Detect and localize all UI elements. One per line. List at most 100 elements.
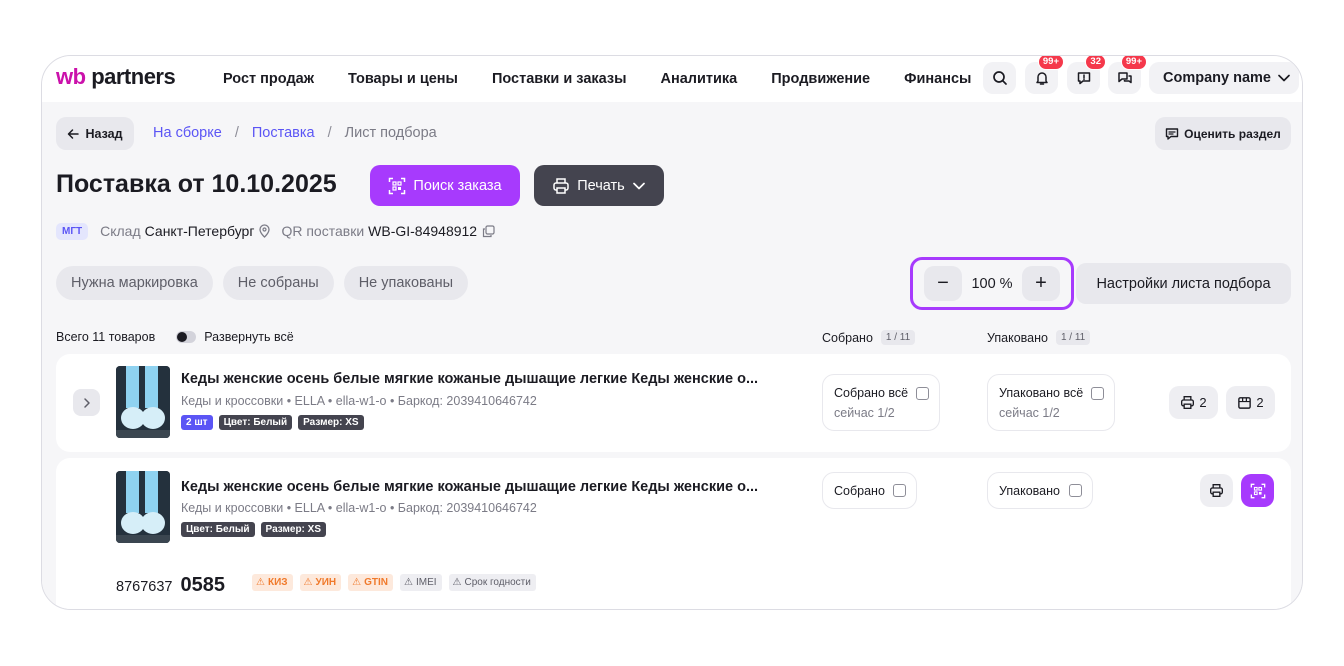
- nav-analytics[interactable]: Аналитика: [660, 71, 737, 87]
- packed-all-box: Упаковано всё сейчас 1/2: [987, 374, 1115, 431]
- zoom-in-button[interactable]: +: [1022, 266, 1060, 301]
- company-selector[interactable]: Company name: [1149, 62, 1299, 94]
- packed-label: Упаковано: [999, 484, 1060, 498]
- expand-all-toggle[interactable]: [176, 331, 197, 343]
- breadcrumb-current: Лист подбора: [344, 125, 437, 141]
- color-tag: Цвет: Белый: [181, 522, 255, 537]
- wb-partners-logo[interactable]: wb partners: [56, 64, 176, 90]
- collected-label: Собрано: [834, 484, 885, 498]
- feedback-badge: 32: [1085, 56, 1106, 70]
- breadcrumb-separator: /: [234, 125, 239, 141]
- pick-list-settings-button[interactable]: Настройки листа подбора: [1076, 263, 1291, 304]
- qr-label: QR поставки: [281, 223, 365, 239]
- print-label-button[interactable]: [1200, 474, 1233, 507]
- nav-products-prices[interactable]: Товары и цены: [348, 71, 458, 87]
- warning-uin[interactable]: ⚠ УИН: [299, 574, 342, 591]
- page-title: Поставка от 10.10.2025: [56, 170, 337, 198]
- box-count: 2: [1256, 395, 1264, 410]
- nav-sales-growth[interactable]: Рост продаж: [223, 71, 314, 87]
- print-dropdown-button[interactable]: Печать: [534, 165, 664, 206]
- search-order-button[interactable]: Поиск заказа: [370, 165, 520, 206]
- packed-column-header: Упаковано 1 / 11: [987, 330, 1091, 345]
- expand-row-button[interactable]: [73, 389, 100, 416]
- packed-checkbox[interactable]: [1069, 484, 1082, 497]
- chevron-right-icon: [83, 397, 90, 408]
- chat-icon: [1117, 72, 1132, 84]
- rate-section-button[interactable]: Оценить раздел: [1155, 117, 1291, 150]
- product-subtitle: Кеды и кроссовки • ELLA • ella-w1-o • Ба…: [181, 394, 537, 408]
- packed-count: 1 / 11: [1055, 330, 1091, 345]
- nav-promotion[interactable]: Продвижение: [771, 71, 870, 87]
- nav-finance[interactable]: Финансы: [904, 71, 971, 87]
- zoom-control: − 100 % +: [924, 266, 1061, 301]
- arrow-left-icon: [68, 128, 80, 139]
- collected-all-checkbox[interactable]: [916, 387, 929, 400]
- location-pin-icon[interactable]: [258, 224, 271, 238]
- product-image[interactable]: [116, 471, 170, 543]
- sneakers-image: [116, 471, 170, 543]
- qr-value: WB-GI-84948912: [368, 223, 478, 239]
- warning-imei[interactable]: ⚠ IMEI: [400, 574, 442, 591]
- packed-all-checkbox[interactable]: [1091, 387, 1104, 400]
- list-item: Кеды женские осень белые мягкие кожаные …: [56, 354, 1291, 452]
- warehouse-label: Склад: [100, 223, 141, 239]
- breadcrumb-on-assembly[interactable]: На сборке: [153, 125, 222, 141]
- mgt-badge: МГТ: [56, 222, 89, 240]
- feedback-icon: [1077, 72, 1090, 85]
- notifications-button[interactable]: 99+: [1025, 56, 1064, 94]
- collected-all-box: Собрано всё сейчас 1/2: [822, 374, 940, 431]
- search-order-label: Поиск заказа: [413, 177, 502, 194]
- app-window: wb partners Рост продаж Товары и цены По…: [41, 55, 1303, 610]
- page-content: Назад На сборке / Поставка / Лист подбор…: [42, 102, 1302, 609]
- collected-count: 1 / 11: [880, 330, 916, 345]
- warning-triangle-icon: ⚠: [452, 577, 462, 588]
- filter-not-collected[interactable]: Не собраны: [222, 266, 334, 300]
- breadcrumb: На сборке / Поставка / Лист подбора: [153, 125, 437, 141]
- zoom-out-button[interactable]: −: [924, 266, 962, 301]
- notifications-badge: 99+: [1037, 56, 1064, 70]
- item-barcode: 8767637 0585: [116, 574, 225, 597]
- back-label: Назад: [85, 126, 123, 141]
- list-item: Кеды женские осень белые мягкие кожаные …: [56, 458, 1291, 609]
- chats-button[interactable]: 99+: [1108, 56, 1147, 94]
- nav-supplies-orders[interactable]: Поставки и заказы: [492, 71, 627, 87]
- copy-icon[interactable]: [482, 224, 495, 238]
- collected-all-label: Собрано всё: [834, 386, 909, 400]
- packed-all-label: Упаковано всё: [999, 386, 1084, 400]
- warning-kiz[interactable]: ⚠ КИЗ: [252, 574, 293, 591]
- scan-code-button[interactable]: [1241, 474, 1274, 507]
- warning-expiry[interactable]: ⚠ Срок годности: [448, 574, 536, 591]
- filter-not-packed[interactable]: Не упакованы: [343, 266, 469, 300]
- product-title[interactable]: Кеды женские осень белые мягкие кожаные …: [181, 479, 793, 495]
- feedback-button[interactable]: 32: [1067, 56, 1106, 94]
- printer-icon: [553, 177, 569, 194]
- printer-icon: [1181, 396, 1195, 409]
- chats-badge: 99+: [1120, 56, 1147, 70]
- expand-all-label: Развернуть всё: [204, 330, 294, 344]
- product-image[interactable]: [116, 366, 170, 438]
- marking-warnings: ⚠ КИЗ ⚠ УИН ⚠ GTIN ⚠ IMEI ⚠ Срок годности: [252, 574, 536, 591]
- breadcrumb-separator: /: [327, 125, 332, 141]
- zoom-control-highlight: − 100 % +: [910, 257, 1074, 310]
- logo-wb: wb: [56, 64, 86, 89]
- back-button[interactable]: Назад: [56, 117, 134, 150]
- box-labels-button[interactable]: 2: [1226, 386, 1275, 419]
- sneakers-image: [116, 366, 170, 438]
- warning-triangle-icon: ⚠: [256, 577, 265, 588]
- qr-scan-icon: [1250, 483, 1265, 498]
- size-tag: Размер: XS: [260, 522, 327, 537]
- barcode-main: 0585: [180, 574, 225, 596]
- list-summary: Всего 11 товаров Развернуть всё: [56, 330, 294, 344]
- top-navigation-bar: wb partners Рост продаж Товары и цены По…: [42, 56, 1302, 102]
- warning-triangle-icon: ⚠: [352, 577, 362, 588]
- collected-checkbox[interactable]: [893, 484, 906, 497]
- breadcrumb-supply[interactable]: Поставка: [252, 125, 315, 141]
- collected-box: Собрано: [822, 472, 917, 509]
- warning-gtin[interactable]: ⚠ GTIN: [348, 574, 393, 591]
- search-button[interactable]: [983, 62, 1016, 94]
- packed-box: Упаковано: [987, 472, 1093, 509]
- print-labels-button[interactable]: 2: [1169, 386, 1218, 419]
- filter-needs-marking[interactable]: Нужна маркировка: [56, 266, 213, 300]
- print-label: Печать: [577, 177, 625, 194]
- product-title[interactable]: Кеды женские осень белые мягкие кожаные …: [181, 371, 793, 387]
